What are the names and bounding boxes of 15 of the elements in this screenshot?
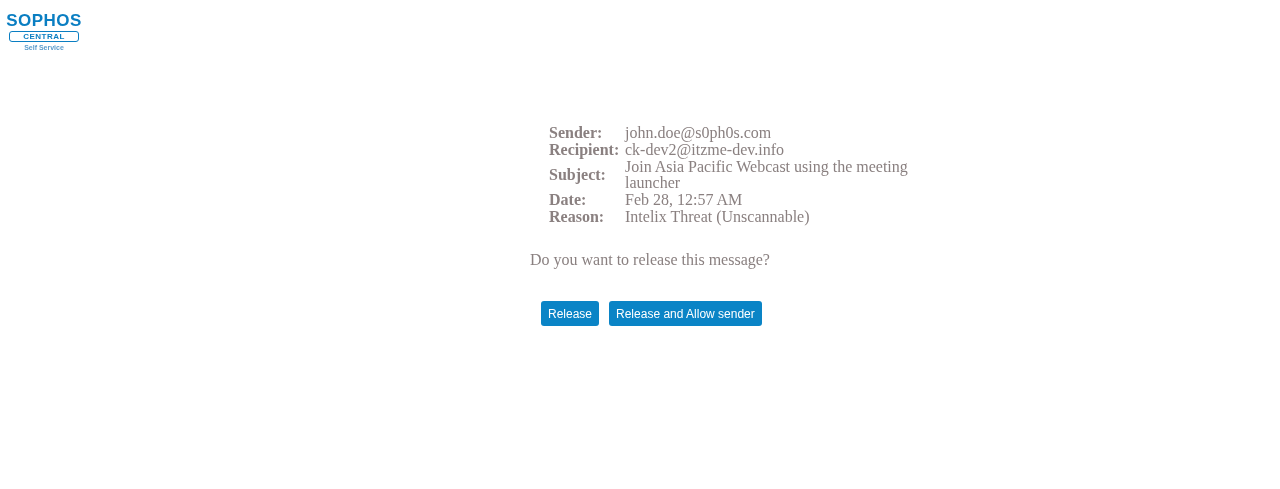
detail-value: Intelix Threat (Unscannable)	[625, 208, 811, 225]
release-question: Do you want to release this message?	[530, 251, 771, 269]
detail-label: Recipient:	[549, 141, 621, 158]
detail-value: ck-dev2@itzme-dev.info	[625, 141, 785, 158]
detail-label: Subject:	[549, 166, 607, 183]
detail-value: john.doe@s0ph0s.com	[625, 124, 773, 141]
detail-label: Sender:	[549, 124, 604, 141]
detail-label: Date:	[549, 191, 588, 208]
detail-value: Feb 28, 12:57 AM	[625, 191, 744, 208]
detail-label: Reason:	[549, 208, 606, 225]
logo-wordmark: SOPHOS	[6, 13, 82, 29]
logo-product-label: CENTRAL	[9, 31, 79, 42]
detail-value: Join Asia Pacific Webcast using the meeting launcher	[625, 158, 909, 191]
release-button[interactable]: Release	[541, 301, 600, 326]
release-button[interactable]: Release and Allow sender	[609, 301, 762, 326]
